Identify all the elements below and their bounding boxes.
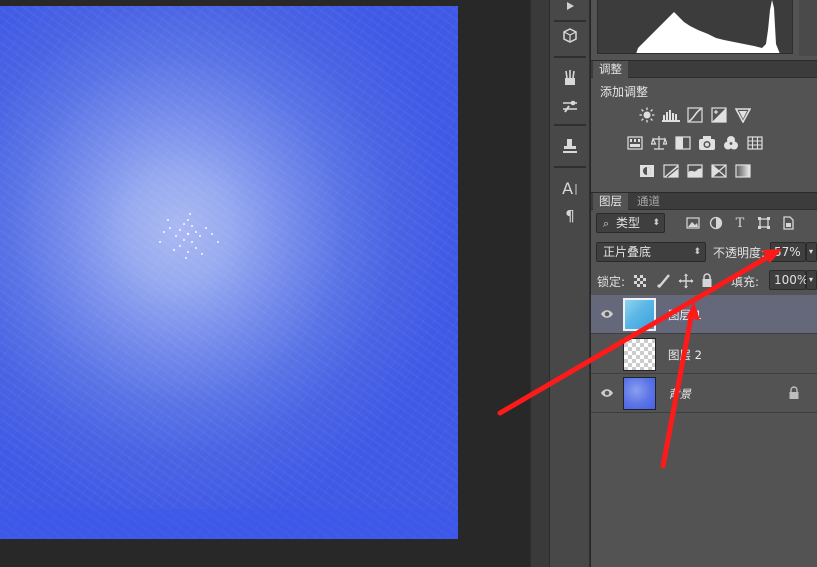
opacity-dropdown[interactable]: ▾ bbox=[806, 242, 817, 262]
blend-mode-select[interactable]: 正片叠底 ⬍ bbox=[596, 242, 706, 262]
3d-cube-icon[interactable] bbox=[558, 24, 582, 48]
layer-filter-label: 类型 bbox=[616, 216, 641, 230]
strip-divider bbox=[554, 56, 586, 58]
opacity-input[interactable]: 57% bbox=[770, 242, 806, 262]
chevron-updown-icon: ⬍ bbox=[652, 218, 660, 228]
opacity-label: 不透明度: bbox=[713, 246, 766, 260]
strip-divider bbox=[554, 20, 586, 22]
invert-icon[interactable] bbox=[638, 163, 656, 179]
search-icon: ⌕ bbox=[603, 217, 610, 230]
layer-name[interactable]: 图层 2 bbox=[668, 347, 702, 363]
character-icon[interactable]: A | bbox=[558, 176, 582, 200]
eye-icon[interactable] bbox=[600, 308, 614, 320]
lock-position-icon[interactable] bbox=[678, 273, 694, 289]
snowflake-sparkle bbox=[159, 213, 219, 259]
type-filter-icon[interactable]: T bbox=[732, 215, 748, 231]
hue-saturation-icon[interactable] bbox=[626, 135, 644, 151]
chevron-updown-icon: ⬍ bbox=[693, 247, 701, 257]
color-balance-icon[interactable] bbox=[650, 135, 668, 151]
blend-mode-value: 正片叠底 bbox=[603, 245, 652, 259]
layer-row-layer-1[interactable]: 图层 1 bbox=[591, 295, 817, 334]
photo-filter-icon[interactable] bbox=[698, 135, 716, 151]
histogram-preview bbox=[597, 0, 793, 54]
layer-thumbnail bbox=[623, 377, 656, 410]
channel-mixer-icon[interactable] bbox=[722, 135, 740, 151]
layer-name[interactable]: 图层 1 bbox=[668, 307, 702, 323]
canvas-bottom-band bbox=[0, 509, 458, 539]
lock-icon bbox=[789, 386, 799, 399]
vibrance-icon[interactable] bbox=[734, 107, 752, 123]
lock-brush-icon[interactable] bbox=[656, 273, 672, 289]
layers-tabbar: 图层 通道 bbox=[591, 192, 817, 210]
selective-color-icon[interactable] bbox=[710, 163, 728, 179]
fill-input[interactable]: 100% bbox=[769, 270, 808, 290]
exposure-icon[interactable] bbox=[710, 107, 728, 123]
black-white-icon[interactable] bbox=[674, 135, 692, 151]
adjustment-filter-icon[interactable] bbox=[708, 215, 724, 231]
color-lookup-icon[interactable] bbox=[746, 135, 764, 151]
document-image[interactable] bbox=[0, 6, 458, 539]
lock-pixels-icon[interactable] bbox=[634, 275, 646, 287]
strip-divider bbox=[554, 166, 586, 168]
document-canvas-area[interactable] bbox=[0, 0, 530, 567]
posterize-icon[interactable] bbox=[662, 163, 680, 179]
brush-settings-icon[interactable] bbox=[558, 94, 582, 118]
frost-texture bbox=[0, 6, 458, 539]
layer-row-background[interactable]: 背景 bbox=[591, 374, 817, 413]
curves-icon[interactable] bbox=[686, 107, 704, 123]
shape-filter-icon[interactable] bbox=[756, 215, 772, 231]
layer-thumbnail bbox=[623, 338, 656, 371]
clone-source-icon[interactable] bbox=[558, 134, 582, 158]
fill-label: 填充: bbox=[731, 275, 760, 289]
layer-filter-select[interactable]: ⌕ 类型 ⬍ bbox=[596, 213, 665, 233]
collapsed-panel-strip: A | ¶ bbox=[550, 0, 590, 567]
brightness-contrast-icon[interactable] bbox=[638, 107, 656, 123]
gradient-map-icon[interactable] bbox=[734, 163, 752, 179]
right-panel-dock: 调整 添加调整 图层 通道 ⌕ 类型 ⬍ T 正片叠底 ⬍ 不透明度: 57% … bbox=[591, 0, 817, 567]
tab-channels[interactable]: 通道 bbox=[631, 193, 666, 210]
lock-all-icon[interactable] bbox=[701, 273, 713, 288]
strip-divider bbox=[554, 124, 586, 126]
play-icon[interactable] bbox=[558, 0, 582, 18]
fill-dropdown[interactable]: ▾ bbox=[806, 270, 817, 290]
levels-icon[interactable] bbox=[662, 107, 680, 123]
layer-thumbnail bbox=[623, 298, 656, 331]
tab-adjustments[interactable]: 调整 bbox=[593, 61, 628, 78]
brushes-icon[interactable] bbox=[558, 66, 582, 90]
layer-row-layer-2[interactable]: 图层 2 bbox=[591, 335, 817, 374]
panel-dock-gutter bbox=[530, 0, 550, 567]
paragraph-icon[interactable]: ¶ bbox=[558, 204, 582, 228]
smart-object-filter-icon[interactable] bbox=[780, 215, 796, 231]
eye-icon[interactable] bbox=[600, 387, 614, 399]
histogram-scrollbar[interactable] bbox=[799, 0, 817, 56]
layer-name[interactable]: 背景 bbox=[668, 386, 691, 402]
tab-layers[interactable]: 图层 bbox=[593, 193, 628, 210]
image-filter-icon[interactable] bbox=[685, 215, 701, 231]
adjustments-tabbar: 调整 bbox=[591, 60, 817, 78]
threshold-icon[interactable] bbox=[686, 163, 704, 179]
adjustments-title: 添加调整 bbox=[600, 85, 649, 99]
lock-label: 锁定: bbox=[597, 275, 626, 289]
